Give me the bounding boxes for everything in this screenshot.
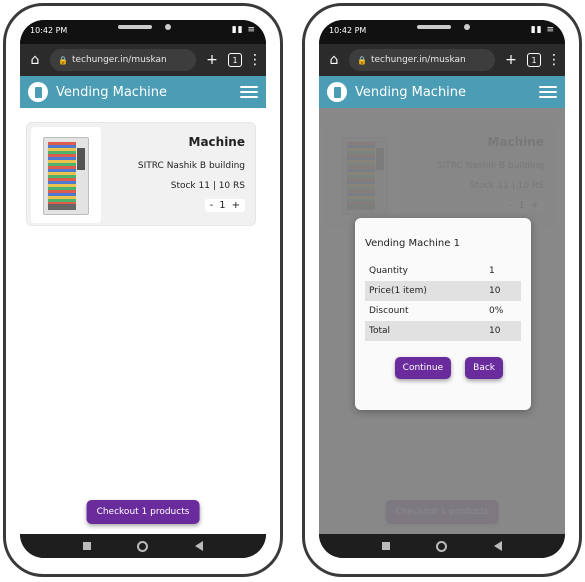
url-text: techunger.in/muskan — [71, 55, 167, 65]
browser-menu-icon[interactable]: ⋮ — [547, 52, 561, 68]
android-nav-bar — [20, 534, 266, 558]
decrease-button[interactable]: - — [210, 200, 214, 211]
checkout-button[interactable]: Checkout 1 products — [86, 500, 200, 524]
product-name: Machine — [188, 135, 246, 149]
product-info: Machine SITRC Nashik B building Stock 11… — [138, 135, 245, 212]
speaker-icon — [417, 25, 451, 29]
row-value: 0% — [489, 306, 504, 316]
browser-toolbar: ⌂ 🔒 techunger.in/muskan + 1 ⋮ — [20, 44, 266, 76]
table-row: Price(1 item) 10 — [365, 281, 521, 301]
lock-icon: 🔒 — [357, 55, 367, 65]
order-summary-table: Quantity 1 Price(1 item) 10 Discount 0% … — [365, 261, 521, 341]
recents-icon[interactable] — [83, 542, 92, 550]
hamburger-icon[interactable] — [240, 86, 258, 98]
dialog-title: Vending Machine 1 — [365, 238, 460, 249]
home-icon[interactable]: ⌂ — [325, 52, 343, 68]
browser-toolbar: ⌂ 🔒 techunger.in/muskan + 1 ⋮ — [319, 44, 565, 76]
status-time: 10:42 PM — [329, 26, 367, 35]
product-card[interactable]: Machine SITRC Nashik B building Stock 11… — [26, 122, 256, 226]
speaker-icon — [118, 25, 152, 29]
row-label: Quantity — [369, 266, 408, 276]
lock-icon: 🔒 — [58, 55, 68, 65]
row-label: Discount — [369, 306, 409, 316]
recents-icon[interactable] — [382, 542, 391, 550]
increase-button[interactable]: + — [232, 200, 240, 211]
home-nav-icon[interactable] — [436, 540, 448, 552]
back-nav-icon[interactable] — [493, 541, 502, 551]
screen-right: 10:42 PM ▮▮ ≡ ⌂ 🔒 techunger.in/muskan + … — [319, 20, 565, 558]
new-tab-button[interactable]: + — [202, 52, 222, 68]
tab-count-button[interactable]: 1 — [527, 53, 541, 67]
vending-machine-image — [43, 137, 89, 215]
vending-logo-icon — [327, 82, 347, 102]
product-image — [31, 127, 101, 223]
row-value: 10 — [485, 281, 521, 301]
back-button[interactable]: Back — [465, 357, 503, 379]
camera-icon — [165, 24, 171, 30]
dialog-actions: Continue Back — [365, 357, 521, 379]
status-bar: 10:42 PM ▮▮ ≡ — [20, 20, 266, 44]
signal-battery-icon: ▮▮ ≡ — [231, 25, 256, 35]
browser-menu-icon[interactable]: ⋮ — [248, 52, 262, 68]
phone-frame-left: 10:42 PM ▮▮ ≡ ⌂ 🔒 techunger.in/muskan + … — [3, 3, 283, 577]
product-location: SITRC Nashik B building — [137, 161, 245, 171]
home-nav-icon[interactable] — [137, 540, 149, 552]
row-value: 10 — [485, 321, 521, 341]
quantity-value: 1 — [219, 200, 226, 211]
continue-button[interactable]: Continue — [394, 357, 452, 379]
row-value: 1 — [489, 266, 495, 276]
address-bar[interactable]: 🔒 techunger.in/muskan — [50, 49, 196, 71]
new-tab-button[interactable]: + — [501, 52, 521, 68]
main-content: Machine SITRC Nashik B building Stock 11… — [20, 108, 266, 534]
status-time: 10:42 PM — [30, 26, 68, 35]
app-header: Vending Machine — [20, 76, 266, 108]
app-header: Vending Machine — [319, 76, 565, 108]
address-bar[interactable]: 🔒 techunger.in/muskan — [349, 49, 495, 71]
table-row: Total 10 — [365, 321, 521, 341]
product-stock: Stock 11 | 10 RS — [170, 181, 245, 191]
vending-logo-icon — [28, 82, 48, 102]
tab-count-button[interactable]: 1 — [228, 53, 242, 67]
back-nav-icon[interactable] — [194, 541, 203, 551]
status-bar: 10:42 PM ▮▮ ≡ — [319, 20, 565, 44]
android-nav-bar — [319, 534, 565, 558]
camera-icon — [464, 24, 470, 30]
phone-frame-right: 10:42 PM ▮▮ ≡ ⌂ 🔒 techunger.in/muskan + … — [302, 3, 582, 577]
home-icon[interactable]: ⌂ — [26, 52, 44, 68]
table-row: Discount 0% — [365, 301, 521, 321]
row-label: Total — [365, 321, 485, 341]
screen-left: 10:42 PM ▮▮ ≡ ⌂ 🔒 techunger.in/muskan + … — [20, 20, 266, 558]
url-text: techunger.in/muskan — [370, 55, 466, 65]
signal-battery-icon: ▮▮ ≡ — [530, 25, 555, 35]
order-summary-dialog: Vending Machine 1 Quantity 1 Price(1 ite… — [355, 218, 531, 410]
app-title: Vending Machine — [56, 84, 168, 100]
table-row: Quantity 1 — [365, 261, 521, 281]
app-title: Vending Machine — [355, 84, 467, 100]
quantity-stepper: - 1 + — [204, 199, 245, 212]
row-label: Price(1 item) — [365, 281, 485, 301]
hamburger-icon[interactable] — [539, 86, 557, 98]
